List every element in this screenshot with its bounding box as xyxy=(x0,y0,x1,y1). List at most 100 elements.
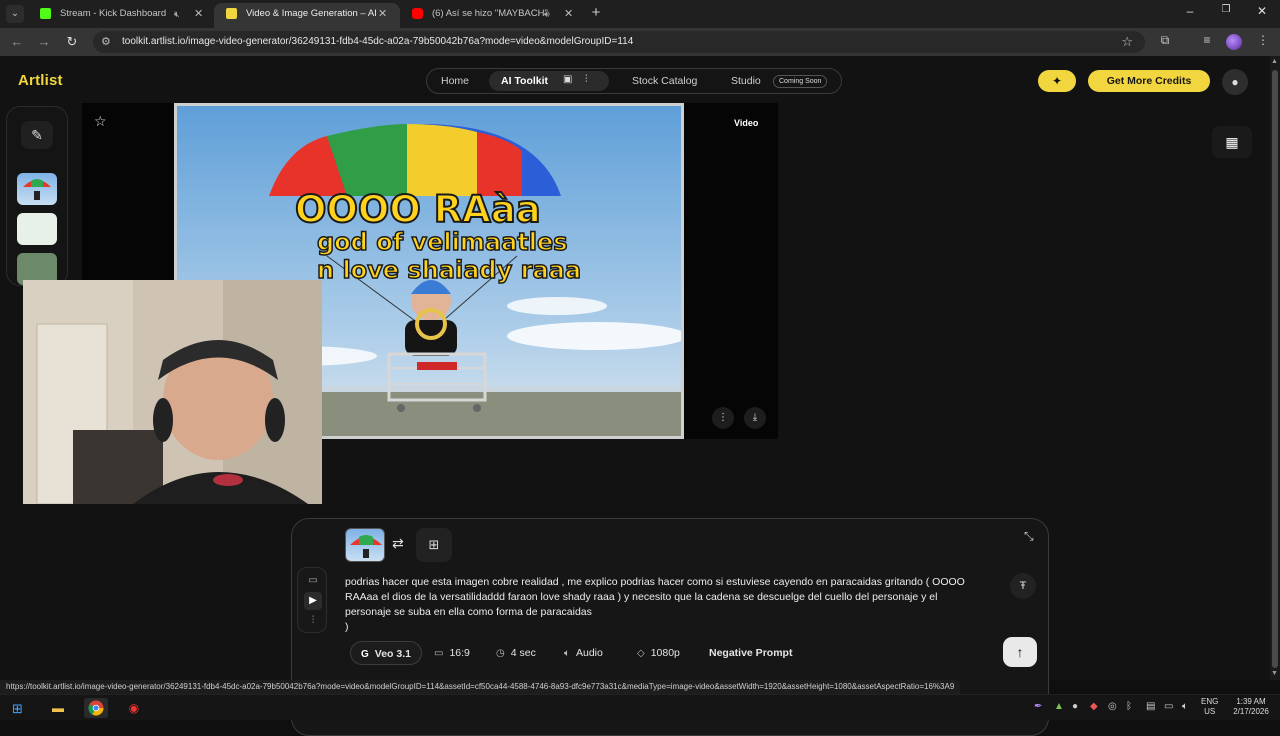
region-code: US xyxy=(1204,707,1216,716)
site-info-icon[interactable]: ⚙ xyxy=(101,35,111,48)
swap-icon[interactable]: ⇄ xyxy=(392,535,404,552)
link-status-bar: https://toolkit.artlist.io/image-video-g… xyxy=(0,680,961,694)
url-text[interactable]: toolkit.artlist.io/image-video-generator… xyxy=(122,36,633,47)
resolution-label: 1080p xyxy=(650,647,680,659)
tab-search-icon[interactable]: ⌄ xyxy=(6,5,24,23)
windows-taskbar: ⊞ ▬ ◉ ✒ ▲ ● ◆ ◎ ᛒ ▤ ▭ 🔈︎ ENG US 1:39 AM … xyxy=(0,694,1280,720)
collapse-icon[interactable]: ⤡ xyxy=(1024,529,1034,544)
bookmark-star-icon[interactable]: ☆ xyxy=(1121,34,1133,50)
enhance-prompt-icon[interactable]: Ŧ xyxy=(1010,573,1036,599)
language-indicator[interactable]: ENG US xyxy=(1201,697,1218,717)
menu-icon[interactable]: ⋮ xyxy=(1254,33,1272,47)
reload-icon[interactable]: ↻ xyxy=(63,33,81,51)
browser-tab-bar: ⌄ Stream - Kick Dashboard 🔇︎ ✕ Video & I… xyxy=(0,0,1280,28)
close-tab-icon[interactable]: ✕ xyxy=(564,3,573,25)
generate-send-button[interactable]: ↑ xyxy=(1003,637,1037,667)
audio-toggle[interactable]: 🔈︎ Audio xyxy=(564,641,603,665)
user-avatar-icon[interactable]: ● xyxy=(1222,69,1248,95)
duration-selector[interactable]: ◷ 4 sec xyxy=(496,641,536,665)
new-generation-icon[interactable]: ✎ xyxy=(21,121,53,149)
speaker-icon[interactable]: 🔊︎ xyxy=(544,3,550,25)
close-window-icon[interactable]: ✕ xyxy=(1252,4,1272,18)
audio-wave-icon[interactable]: ⫶ xyxy=(585,74,588,85)
address-bar[interactable]: ⚙ toolkit.artlist.io/image-video-generat… xyxy=(93,31,1145,53)
history-thumbnail[interactable] xyxy=(17,213,57,245)
resolution-selector[interactable]: ◇ 1080p xyxy=(637,641,680,665)
file-explorer-icon[interactable]: ▬ xyxy=(46,698,70,718)
history-thumbnail[interactable] xyxy=(17,173,57,205)
webcam-overlay xyxy=(23,280,322,504)
system-clock[interactable]: 1:39 AM 2/17/2026 xyxy=(1228,697,1274,717)
scrollbar-thumb[interactable] xyxy=(1272,70,1278,668)
more-options-icon[interactable]: ⋮ xyxy=(712,407,734,429)
diamond-icon: ◇ xyxy=(637,648,645,659)
page-scrollbar[interactable]: ▲ ▼ xyxy=(1270,56,1280,680)
tab-artlist[interactable]: Video & Image Generation – AI ✕ xyxy=(214,3,400,28)
obs-icon[interactable]: ◉ xyxy=(122,698,146,718)
chrome-logo xyxy=(88,700,104,716)
tab-title: Stream - Kick Dashboard xyxy=(60,8,167,19)
model-selector[interactable]: G Veo 3.1 xyxy=(350,641,422,665)
new-tab-button[interactable]: + xyxy=(588,4,604,22)
artlist-favicon-icon xyxy=(226,8,237,19)
image-caption-line1: OOOO RAàa xyxy=(294,187,542,232)
aspect-ratio-selector[interactable]: ▭ 16:9 xyxy=(434,641,470,665)
restore-icon[interactable]: ❐ xyxy=(1216,4,1236,15)
tab-kick-dashboard[interactable]: Stream - Kick Dashboard 🔇︎ ✕ xyxy=(28,3,214,28)
mic-icon[interactable]: ● xyxy=(1072,701,1078,712)
sparkle-button[interactable]: ✦ xyxy=(1038,70,1076,92)
reading-list-icon[interactable]: ≡ xyxy=(1198,33,1216,47)
network-icon[interactable]: ▭ xyxy=(1164,701,1173,712)
clock-time: 1:39 AM xyxy=(1236,697,1266,706)
download-icon[interactable]: ⤓ xyxy=(744,407,766,429)
nav-stock-catalog[interactable]: Stock Catalog xyxy=(632,75,697,87)
tab-title: Video & Image Generation – AI xyxy=(246,8,377,19)
nav-home[interactable]: Home xyxy=(441,75,469,87)
aspect-ratio-icon: ▭ xyxy=(434,648,444,659)
nav-studio[interactable]: Studio xyxy=(731,75,761,87)
audio-label: Audio xyxy=(576,647,603,659)
video-mode-icon[interactable]: ▶ xyxy=(304,592,322,610)
prompt-textarea[interactable]: podrias hacer que esta imagen cobre real… xyxy=(345,575,985,635)
coming-soon-badge: Coming Soon xyxy=(773,75,828,88)
grid-view-icon[interactable]: ▦ xyxy=(1212,126,1252,158)
scroll-down-icon[interactable]: ▼ xyxy=(1271,670,1278,677)
favorite-star-icon[interactable]: ☆ xyxy=(94,113,107,130)
forward-icon[interactable]: → xyxy=(35,33,53,51)
browser-toolbar: ← → ↻ ⚙ toolkit.artlist.io/image-video-g… xyxy=(0,28,1280,56)
nvidia-icon[interactable]: ▲ xyxy=(1054,701,1064,712)
media-type-label: Video xyxy=(734,118,759,128)
extensions-icon[interactable]: ⧉ xyxy=(1156,33,1174,48)
chrome-icon[interactable] xyxy=(84,698,108,718)
artlist-logo[interactable]: Artlist xyxy=(18,72,63,89)
audio-mode-icon[interactable]: ⫶ xyxy=(304,612,322,630)
back-icon[interactable]: ← xyxy=(8,33,26,51)
image-mode-icon[interactable]: ▭ xyxy=(304,572,322,590)
image-caption-line3: n love shaiady raaa xyxy=(316,255,582,285)
aspect-ratio-label: 16:9 xyxy=(449,647,470,659)
negative-prompt-button[interactable]: Negative Prompt xyxy=(709,641,792,665)
get-more-credits-button[interactable]: Get More Credits xyxy=(1088,70,1210,92)
app-tray-icon[interactable]: ◆ xyxy=(1090,701,1098,712)
bluetooth-icon[interactable]: ᛒ xyxy=(1126,701,1132,712)
image-tool-icon[interactable]: ▣ xyxy=(563,74,572,85)
close-tab-icon[interactable]: ✕ xyxy=(194,3,203,25)
parachute-thumbnail-icon xyxy=(350,535,382,558)
pen-icon[interactable]: ✒ xyxy=(1034,701,1042,712)
reference-image-thumbnail[interactable] xyxy=(345,528,385,562)
keyboard-icon[interactable]: ▤ xyxy=(1146,701,1155,712)
minimize-icon[interactable]: – xyxy=(1180,4,1200,18)
nav-ai-toolkit[interactable]: AI Toolkit xyxy=(501,75,548,87)
scroll-up-icon[interactable]: ▲ xyxy=(1271,58,1278,65)
history-sidebar: ✎ xyxy=(6,106,68,286)
speaker-icon: 🔈︎ xyxy=(564,648,570,659)
mute-icon[interactable]: 🔇︎ xyxy=(174,3,180,25)
profile-avatar[interactable] xyxy=(1226,34,1242,50)
tab-youtube[interactable]: (6) Así se hizo "MAYBACH" 🔊︎ ✕ xyxy=(400,3,586,28)
chrome-tray-icon[interactable]: ◎ xyxy=(1108,701,1117,712)
close-tab-icon[interactable]: ✕ xyxy=(378,3,387,25)
add-image-icon[interactable]: ⊞ xyxy=(416,528,452,562)
windows-start-icon[interactable]: ⊞ xyxy=(12,701,23,717)
volume-icon[interactable]: 🔈︎ xyxy=(1182,701,1188,712)
google-icon: G xyxy=(361,649,369,660)
